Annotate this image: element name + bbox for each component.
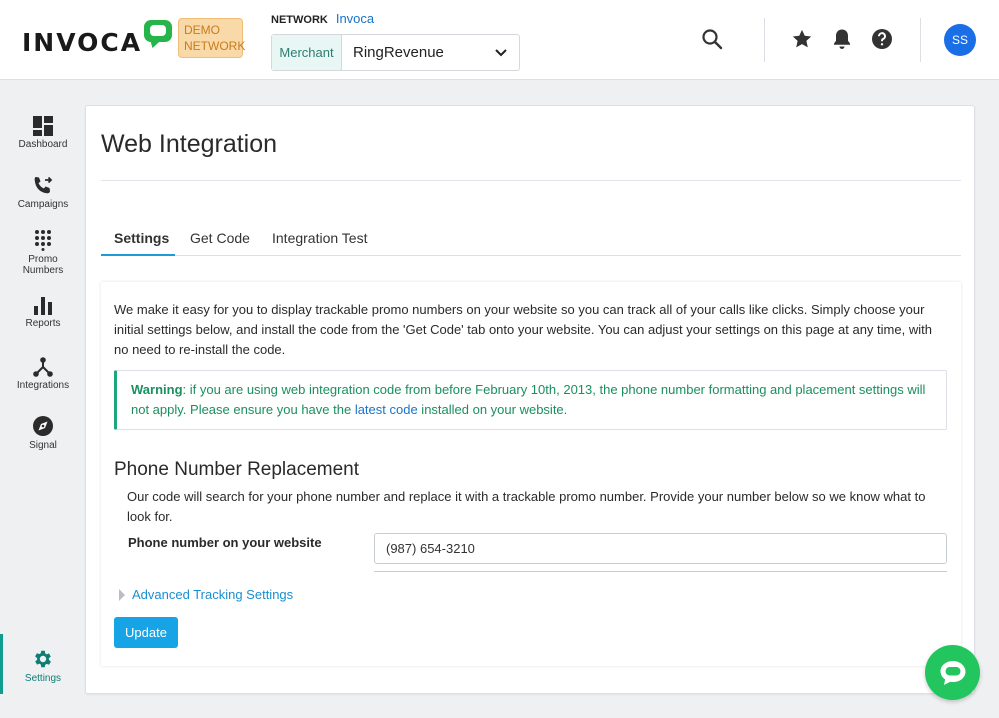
chevron-down-icon xyxy=(483,35,519,70)
main-card: Web Integration Settings Get Code Integr… xyxy=(85,105,975,694)
header-divider xyxy=(764,18,765,62)
tab-integration-test[interactable]: Integration Test xyxy=(272,230,367,246)
sidebar: Dashboard Campaigns Promo Numbers Report… xyxy=(0,81,86,718)
sidebar-item-integrations[interactable]: Integrations xyxy=(0,357,86,391)
update-button[interactable]: Update xyxy=(114,617,178,648)
phone-field-label: Phone number on your website xyxy=(128,535,322,550)
merchant-select[interactable]: Merchant RingRevenue xyxy=(271,34,520,71)
caret-right-icon xyxy=(119,588,125,601)
sidebar-item-dashboard[interactable]: Dashboard xyxy=(0,116,86,150)
merchant-label: Merchant xyxy=(272,35,342,70)
tab-get-code[interactable]: Get Code xyxy=(190,230,250,246)
sidebar-item-reports[interactable]: Reports xyxy=(0,297,86,329)
sidebar-item-label: Integrations xyxy=(16,380,70,391)
sidebar-item-label: Settings xyxy=(24,673,62,684)
logo-text: INVOCA xyxy=(22,27,143,57)
user-avatar[interactable]: SS xyxy=(944,24,976,56)
title-divider xyxy=(101,180,961,181)
sidebar-item-label: Campaigns xyxy=(17,199,69,210)
header-divider xyxy=(920,18,921,62)
warning-label: Warning xyxy=(131,382,183,397)
settings-panel: We make it easy for you to display track… xyxy=(101,282,961,666)
section-description: Our code will search for your phone numb… xyxy=(127,489,926,524)
invoca-logo[interactable]: INVOCA xyxy=(22,20,172,62)
chat-bubble-logo-icon xyxy=(144,20,172,42)
network-row: NETWORK Invoca xyxy=(271,11,374,26)
gear-icon xyxy=(35,650,51,668)
star-icon[interactable] xyxy=(790,27,814,51)
help-icon[interactable] xyxy=(870,27,894,51)
sidebar-item-label: Signal xyxy=(29,440,57,451)
sidebar-item-signal[interactable]: Signal xyxy=(0,415,86,451)
tab-bar: Settings Get Code Integration Test xyxy=(101,220,961,256)
search-icon[interactable] xyxy=(700,27,724,51)
field-divider xyxy=(374,571,947,572)
merchant-value: RingRevenue xyxy=(353,44,444,61)
phone-forward-icon xyxy=(34,176,53,194)
demo-network-badge: DEMO NETWORK xyxy=(178,18,245,58)
advanced-tracking-label: Advanced Tracking Settings xyxy=(132,587,294,602)
chat-icon xyxy=(940,660,965,685)
sidebar-item-label: Reports xyxy=(25,318,61,329)
sidebar-item-label: Dashboard xyxy=(18,139,68,150)
network-icon xyxy=(33,357,53,377)
page-title: Web Integration xyxy=(101,130,278,158)
chat-support-button[interactable] xyxy=(925,645,980,700)
bar-chart-icon xyxy=(34,297,52,315)
compass-icon xyxy=(33,416,53,436)
section-title: Phone Number Replacement xyxy=(114,459,360,480)
sidebar-item-settings[interactable]: Settings xyxy=(0,648,86,684)
advanced-tracking-toggle[interactable]: Advanced Tracking Settings xyxy=(119,587,293,602)
network-link[interactable]: Invoca xyxy=(336,11,374,26)
intro-text: We make it easy for you to display track… xyxy=(114,302,932,357)
sidebar-item-promo-numbers[interactable]: Promo Numbers xyxy=(0,229,86,276)
latest-code-link[interactable]: latest code xyxy=(355,402,418,417)
sidebar-item-label: Promo Numbers xyxy=(22,254,64,276)
network-label: NETWORK xyxy=(271,14,328,26)
sidebar-item-campaigns[interactable]: Campaigns xyxy=(0,176,86,210)
warning-box: Warning: if you are using web integratio… xyxy=(114,370,947,430)
phone-number-input[interactable] xyxy=(374,533,947,564)
dashboard-icon xyxy=(33,116,53,136)
dialpad-icon xyxy=(35,230,51,251)
top-header: INVOCA DEMO NETWORK NETWORK Invoca Merch… xyxy=(0,0,999,80)
warning-text-end: installed on your website. xyxy=(417,402,568,417)
bell-icon[interactable] xyxy=(830,27,854,51)
tab-settings[interactable]: Settings xyxy=(114,230,169,246)
active-tab-underline xyxy=(101,254,175,256)
